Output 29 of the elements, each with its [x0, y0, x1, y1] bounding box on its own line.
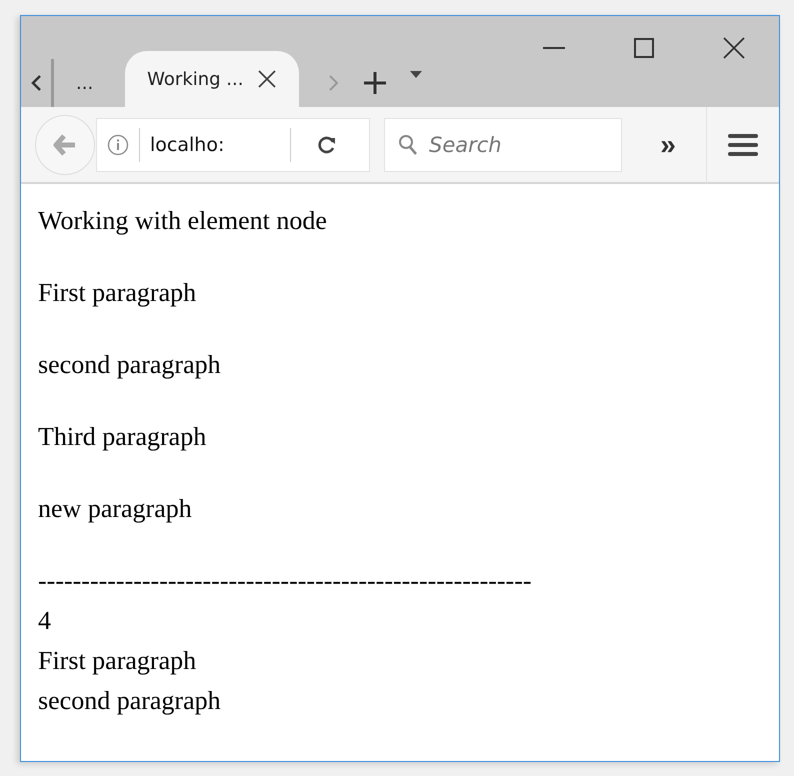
- menu-icon: [728, 134, 758, 156]
- arrow-left-icon: [53, 134, 77, 156]
- search-icon: [398, 134, 418, 156]
- paragraph: First paragraph: [38, 277, 198, 309]
- chevron-left-icon: [30, 74, 42, 92]
- output-line: 4: [38, 605, 52, 637]
- address-bar[interactable]: localho:: [96, 118, 370, 172]
- info-icon[interactable]: [107, 134, 129, 156]
- overflow-button[interactable]: »: [650, 128, 686, 160]
- output-line: ---------------------------------------------------------: [38, 565, 533, 597]
- paragraph: Third paragraph: [38, 421, 208, 453]
- browser-tab[interactable]: Working ...: [125, 51, 300, 107]
- paragraph: second paragraph: [38, 349, 222, 381]
- caret-icon: [410, 71, 422, 78]
- reload-icon[interactable]: [317, 134, 337, 154]
- chevron-right-icon: [328, 74, 340, 92]
- paragraph: new paragraph: [38, 493, 193, 525]
- close-icon: [723, 37, 745, 59]
- paragraph: Working with element node: [38, 205, 328, 237]
- output-line: second paragraph: [38, 685, 222, 717]
- url-text: localho:: [150, 134, 226, 156]
- maximize-icon: [634, 38, 654, 58]
- tab-title: Working ...: [147, 68, 244, 90]
- search-field[interactable]: Search: [384, 118, 622, 172]
- output-line: First paragraph: [38, 645, 198, 677]
- plus-icon: [363, 71, 388, 95]
- close-icon[interactable]: [257, 69, 278, 89]
- tab-title: ...: [76, 72, 94, 94]
- minimize-icon: [543, 47, 565, 49]
